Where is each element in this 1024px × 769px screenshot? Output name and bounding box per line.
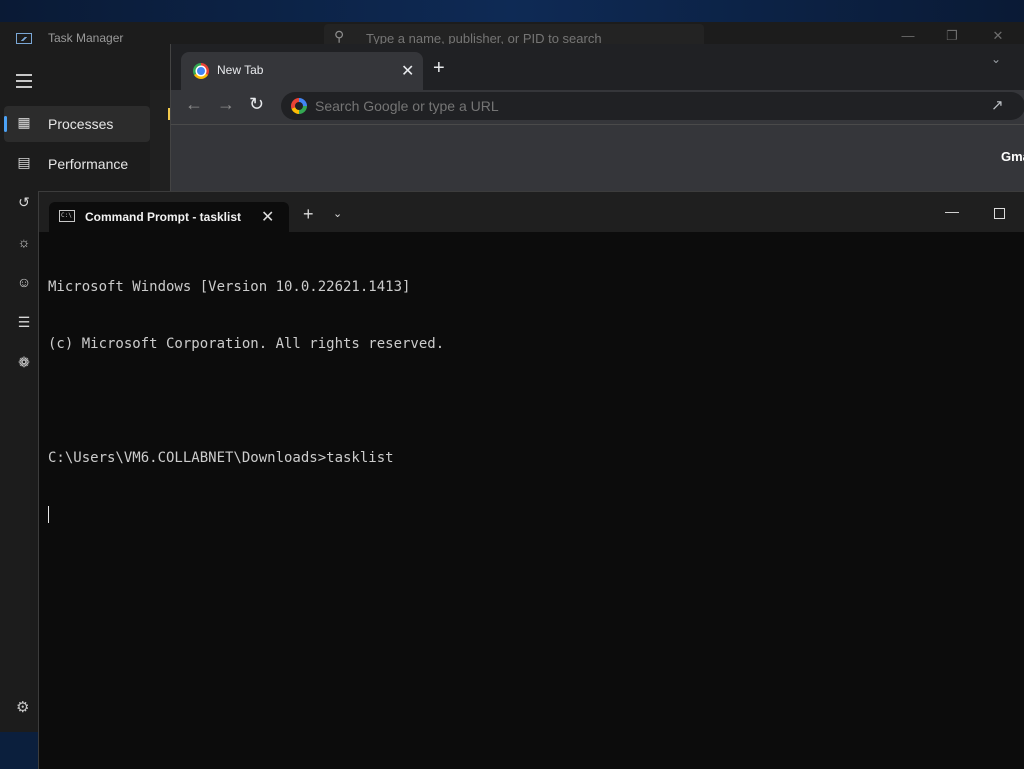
chrome-page-content: Gma bbox=[171, 124, 1024, 195]
nav-item-app-history[interactable]: ↺ bbox=[4, 186, 38, 222]
search-icon: ⚲ bbox=[334, 28, 345, 44]
nav-item-services[interactable]: ❁ bbox=[4, 346, 38, 382]
tm-minimize-button[interactable]: — bbox=[898, 28, 918, 43]
tm-close-button[interactable]: ✕ bbox=[988, 28, 1008, 44]
hamburger-menu-icon[interactable] bbox=[16, 74, 32, 92]
back-arrow-icon[interactable]: ← bbox=[185, 94, 203, 115]
terminal-line: C:\Users\VM6.COLLABNET\Downloads>tasklis… bbox=[48, 450, 394, 466]
nav-item-performance[interactable]: ▤ Performance bbox=[4, 146, 150, 182]
nav-item-users[interactable]: ☺ bbox=[4, 266, 38, 302]
terminal-tab[interactable]: C:\ Command Prompt - tasklist ✕ bbox=[49, 202, 289, 232]
terminal-output[interactable]: Microsoft Windows [Version 10.0.22621.14… bbox=[48, 240, 444, 563]
minimize-button[interactable]: — bbox=[945, 203, 959, 219]
terminal-window: C:\ Command Prompt - tasklist ✕ + ⌄ — Mi… bbox=[38, 191, 1024, 769]
chrome-tabstrip: New Tab ✕ + ⌄ bbox=[171, 44, 1024, 90]
close-tab-icon[interactable]: ✕ bbox=[401, 61, 414, 81]
chrome-window: New Tab ✕ + ⌄ ← → ↻ ↗ Gma bbox=[170, 44, 1024, 195]
startup-apps-icon: ☼ bbox=[17, 234, 31, 250]
chrome-tab-new-tab[interactable]: New Tab ✕ bbox=[181, 52, 423, 90]
nav-item-startup-apps[interactable]: ☼ bbox=[4, 226, 38, 262]
terminal-tab-label: Command Prompt - tasklist bbox=[85, 210, 242, 224]
reload-icon[interactable]: ↻ bbox=[249, 94, 264, 115]
details-icon: ☰ bbox=[17, 314, 31, 330]
omnibox[interactable]: ↗ bbox=[281, 92, 1024, 120]
nav-item-label: Processes bbox=[48, 116, 114, 132]
desktop-background-corner bbox=[0, 732, 38, 768]
settings-icon[interactable]: ⚙ bbox=[16, 698, 29, 716]
desktop-background bbox=[0, 0, 1024, 22]
forward-arrow-icon[interactable]: → bbox=[217, 94, 235, 115]
text-cursor bbox=[48, 506, 49, 523]
gmail-link[interactable]: Gma bbox=[1001, 149, 1024, 164]
users-icon: ☺ bbox=[16, 274, 32, 290]
task-manager-app-icon bbox=[16, 33, 32, 44]
close-tab-icon[interactable]: ✕ bbox=[261, 207, 274, 227]
maximize-button[interactable] bbox=[994, 208, 1005, 219]
chrome-tab-label: New Tab bbox=[217, 63, 264, 77]
new-tab-button[interactable]: + bbox=[303, 204, 314, 225]
app-history-icon: ↺ bbox=[18, 194, 30, 210]
tab-search-chevron-icon[interactable]: ⌄ bbox=[991, 52, 1001, 66]
chrome-toolbar: ← → ↻ ↗ bbox=[171, 90, 1024, 122]
google-icon bbox=[291, 98, 307, 114]
performance-icon: ▤ bbox=[17, 154, 31, 170]
command-prompt-icon: C:\ bbox=[59, 210, 75, 222]
selected-indicator bbox=[4, 116, 7, 132]
nav-item-details[interactable]: ☰ bbox=[4, 306, 38, 342]
processes-icon: ▦ bbox=[17, 114, 31, 130]
nav-item-processes[interactable]: ▦ Processes bbox=[4, 106, 150, 142]
new-tab-button[interactable]: + bbox=[433, 57, 445, 80]
share-icon[interactable]: ↗ bbox=[991, 96, 1004, 114]
terminal-titlebar: C:\ Command Prompt - tasklist ✕ + ⌄ — bbox=[39, 192, 1024, 232]
omnibox-input[interactable] bbox=[315, 96, 955, 116]
terminal-cursor-line bbox=[48, 506, 444, 525]
chrome-icon bbox=[193, 63, 209, 79]
tm-restore-button[interactable]: ❐ bbox=[942, 28, 962, 44]
services-icon: ❁ bbox=[18, 354, 30, 370]
task-manager-title: Task Manager bbox=[48, 31, 124, 45]
dropdown-chevron-icon[interactable]: ⌄ bbox=[333, 207, 342, 220]
terminal-line: (c) Microsoft Corporation. All rights re… bbox=[48, 336, 445, 352]
terminal-line: Microsoft Windows [Version 10.0.22621.14… bbox=[48, 279, 411, 295]
nav-item-label: Performance bbox=[48, 156, 129, 172]
